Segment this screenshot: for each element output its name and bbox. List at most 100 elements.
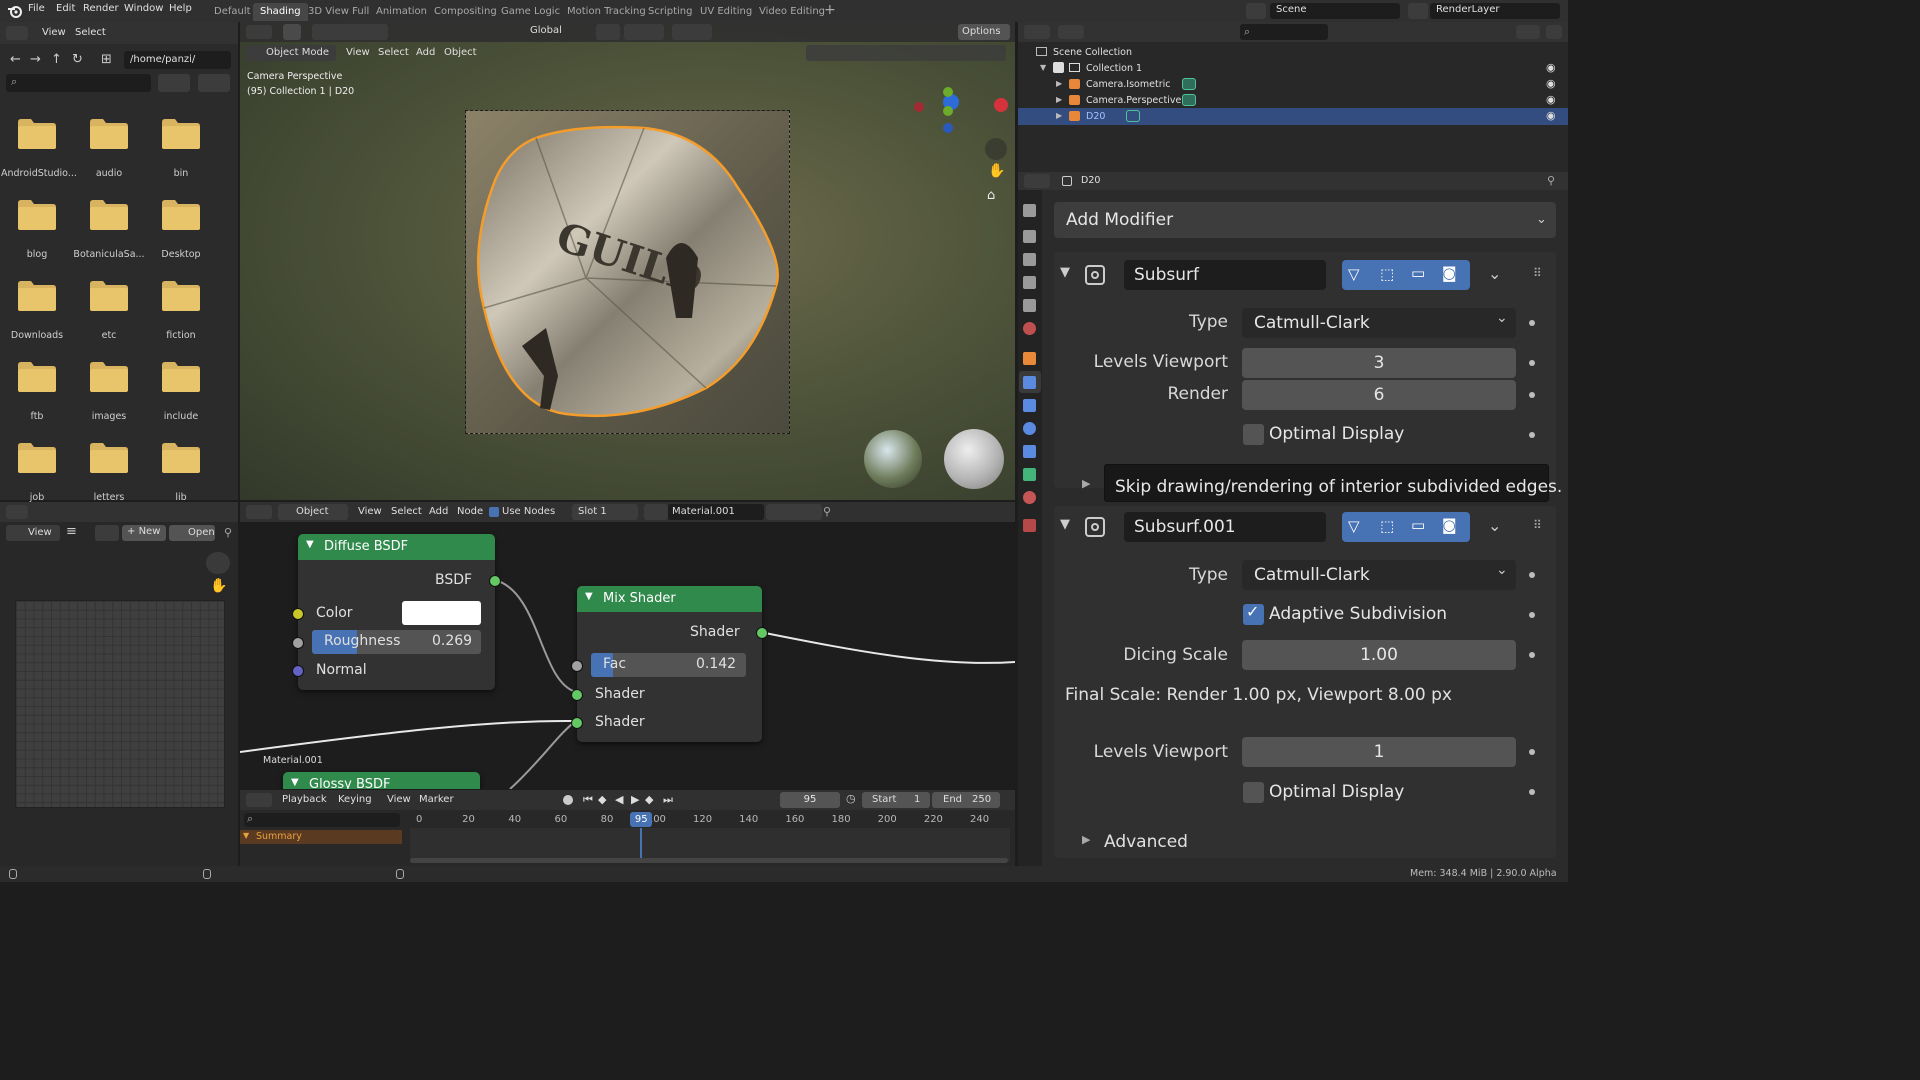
collapse-arrow-icon[interactable]: ▼ <box>1060 265 1070 280</box>
image-browse-icon[interactable] <box>95 525 119 541</box>
menu-icon[interactable]: ≡ <box>66 524 77 539</box>
vp-menu-add[interactable]: Add <box>416 47 435 58</box>
editor-type-icon[interactable] <box>6 505 28 519</box>
next-keyframe-icon[interactable]: ◆ <box>645 793 653 806</box>
folder-icon[interactable] <box>17 442 57 474</box>
record-icon[interactable] <box>563 795 573 805</box>
display-mode-icon[interactable] <box>1058 25 1084 39</box>
folder-icon[interactable] <box>17 280 57 312</box>
forward-icon[interactable]: → <box>30 52 41 67</box>
tool-tab-icon[interactable] <box>1023 204 1036 217</box>
outliner-item-label[interactable]: Camera.Perspective <box>1086 95 1181 106</box>
filter-icon[interactable] <box>1516 25 1540 39</box>
fb-menu-view[interactable]: View <box>42 27 66 38</box>
folder-icon[interactable] <box>17 199 57 231</box>
pivot-point-icon[interactable] <box>596 24 620 40</box>
tab-motion-tracking[interactable]: Motion Tracking <box>560 3 653 21</box>
playhead-line[interactable] <box>640 828 643 858</box>
glossy-node-header[interactable]: Glossy BSDF <box>283 772 480 789</box>
fb-menu-select[interactable]: Select <box>75 27 106 38</box>
tl-menu-playback[interactable]: Playback <box>282 794 327 805</box>
tab-video-editing[interactable]: Video Editing <box>752 3 832 21</box>
editor-type-icon[interactable] <box>246 25 272 39</box>
keyframe-dot[interactable] <box>1529 612 1535 618</box>
pan-hand-icon[interactable]: ✋ <box>210 578 227 594</box>
render-layer-icon[interactable] <box>1408 3 1428 19</box>
drag-handle-icon[interactable]: ⠿ <box>1533 518 1542 532</box>
normal-input-socket[interactable] <box>292 665 304 677</box>
advanced-expand-arrow-icon[interactable]: ▶ <box>1082 833 1090 846</box>
shader-input-2-socket[interactable] <box>571 717 583 729</box>
snap-icon[interactable] <box>624 24 664 40</box>
levels-viewport-field[interactable]: 3 <box>1242 348 1516 378</box>
edit-mode-icon[interactable]: ⬚ <box>1380 265 1394 283</box>
timeline-search-input[interactable] <box>244 813 400 827</box>
tl-menu-view[interactable]: View <box>387 794 411 805</box>
folder-icon[interactable] <box>89 361 129 393</box>
render-camera-icon[interactable]: ◙ <box>1442 264 1457 282</box>
constraints-tab-icon[interactable] <box>1023 445 1036 458</box>
back-icon[interactable]: ← <box>10 52 21 67</box>
zoom-icon[interactable] <box>985 138 1007 160</box>
collection-label[interactable]: Collection 1 <box>1086 63 1142 74</box>
tl-menu-marker[interactable]: Marker <box>419 794 454 805</box>
folder-icon[interactable] <box>161 118 201 150</box>
folder-icon[interactable] <box>89 118 129 150</box>
editor-type-icon[interactable] <box>1024 174 1050 188</box>
play-reverse-icon[interactable]: ◀ <box>615 793 623 806</box>
visibility-eye-icon[interactable]: ◉ <box>1546 61 1556 74</box>
fac-input-socket[interactable] <box>571 660 583 672</box>
diffuse-bsdf-node[interactable]: Diffuse BSDF ▼ BSDF Color Roughness 0.26… <box>292 534 501 690</box>
vp-menu-view[interactable]: View <box>346 47 370 58</box>
modifier-icon[interactable] <box>1126 110 1140 122</box>
material-tab-icon[interactable] <box>1023 491 1036 504</box>
tab-uv-editing[interactable]: UV Editing <box>693 3 759 21</box>
expand-arrow-icon[interactable]: ▼ <box>243 831 249 840</box>
folder-icon[interactable] <box>161 361 201 393</box>
tab-3d-view-full[interactable]: 3D View Full <box>301 3 376 21</box>
visibility-eye-icon[interactable]: ◉ <box>1546 77 1556 90</box>
parent-dir-icon[interactable]: ↑ <box>51 52 62 67</box>
vp-menu-select[interactable]: Select <box>378 47 409 58</box>
gizmo-y-axis[interactable] <box>943 106 953 116</box>
roughness-input-socket[interactable] <box>292 637 304 649</box>
expand-arrow-icon[interactable]: ▶ <box>1056 95 1062 104</box>
collapse-arrow-icon[interactable]: ▼ <box>585 591 593 602</box>
add-workspace-icon[interactable]: + <box>824 2 836 18</box>
shader-node-editor[interactable]: Object View Select Add Node Use Nodes Sl… <box>240 502 1015 789</box>
jump-end-icon[interactable]: ⏭ <box>663 793 673 807</box>
render-camera-icon[interactable]: ◙ <box>1442 516 1457 534</box>
outliner-item-label[interactable]: D20 <box>1086 111 1105 122</box>
drag-handle-icon[interactable]: ⠿ <box>1533 266 1542 280</box>
keyframe-dot[interactable] <box>1529 320 1535 326</box>
edit-mode-icon[interactable]: ⬚ <box>1380 517 1394 535</box>
render-levels-field[interactable]: 6 <box>1242 380 1516 410</box>
advanced-expand-arrow-icon[interactable]: ▶ <box>1082 477 1090 490</box>
filter-icon[interactable] <box>198 74 230 92</box>
prev-keyframe-icon[interactable]: ◆ <box>598 793 606 806</box>
tab-default[interactable]: Default <box>207 3 258 21</box>
physics-tab-icon[interactable] <box>1023 422 1036 435</box>
shader-output-socket[interactable] <box>756 627 768 639</box>
menu-render[interactable]: Render <box>83 3 119 14</box>
visibility-eye-icon[interactable]: ◉ <box>1546 109 1556 122</box>
edit-mode-cage-icon[interactable]: ▽ <box>1348 265 1360 283</box>
glossy-bsdf-node[interactable]: Glossy BSDF ▼ <box>283 772 480 789</box>
collapse-arrow-icon[interactable]: ▼ <box>291 777 299 788</box>
scene-icon[interactable] <box>1246 3 1266 19</box>
output-tab-icon[interactable] <box>1023 253 1036 266</box>
folder-icon[interactable] <box>161 280 201 312</box>
folder-icon[interactable] <box>89 280 129 312</box>
collapse-arrow-icon[interactable]: ▼ <box>306 539 314 550</box>
select-tool-icon[interactable] <box>283 24 301 40</box>
mesh-data-tab-icon[interactable] <box>1023 468 1036 481</box>
world-tab-icon[interactable] <box>1023 322 1036 335</box>
shader-input-1-socket[interactable] <box>571 689 583 701</box>
texture-tab-icon[interactable] <box>1023 519 1036 532</box>
diffuse-node-header[interactable]: Diffuse BSDF <box>298 534 495 560</box>
pin-icon[interactable]: ⚲ <box>1547 174 1555 187</box>
pin-icon[interactable]: ⚲ <box>224 526 232 539</box>
visibility-eye-icon[interactable]: ◉ <box>1546 93 1556 106</box>
playhead-frame-badge[interactable]: 95 <box>630 812 653 827</box>
mix-shader-node[interactable]: Mix Shader ▼ Shader Fac 0.142 Shader Sha… <box>571 586 768 742</box>
